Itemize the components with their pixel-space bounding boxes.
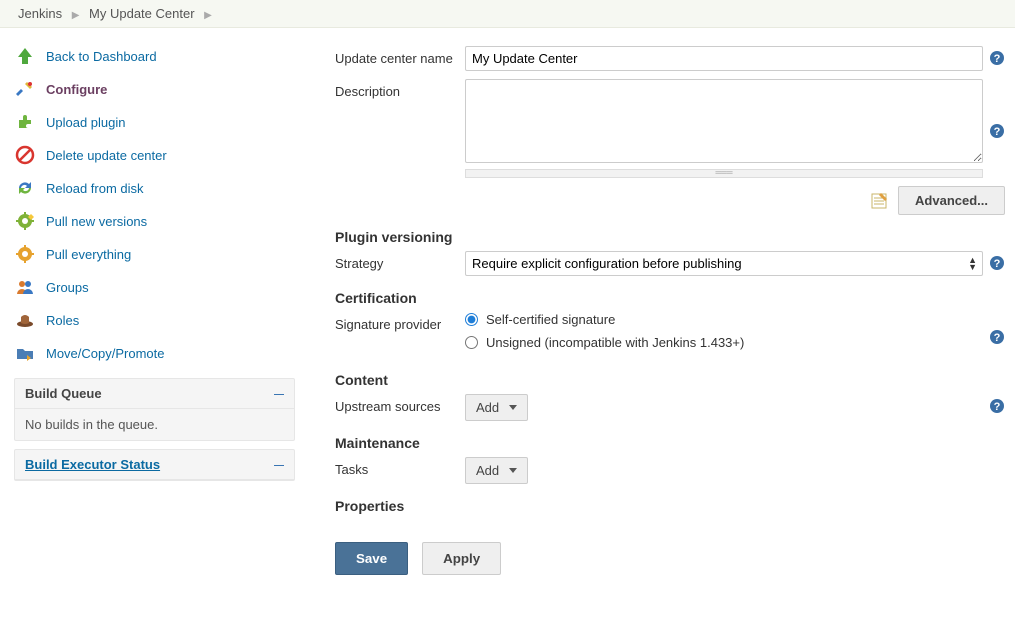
sidebar-item-configure[interactable]: Configure xyxy=(14,73,305,106)
collapse-icon[interactable]: — xyxy=(274,460,284,471)
executor-title: Build Executor Status xyxy=(25,457,160,472)
breadcrumb-separator-icon: ▶ xyxy=(204,10,212,21)
section-maintenance: Maintenance xyxy=(335,435,1005,451)
sidebar-item-label: Back to Dashboard xyxy=(46,49,157,64)
apply-button[interactable]: Apply xyxy=(422,542,501,575)
sidebar-item-delete[interactable]: Delete update center xyxy=(14,139,305,172)
sidebar-item-groups[interactable]: Groups xyxy=(14,271,305,304)
upstream-label: Upstream sources xyxy=(335,394,465,414)
collapse-icon[interactable]: — xyxy=(274,389,284,400)
sidebar-item-label: Pull everything xyxy=(46,247,131,262)
section-certification: Certification xyxy=(335,290,1005,306)
plugin-icon xyxy=(14,111,36,133)
sidebar-item-label: Upload plugin xyxy=(46,115,126,130)
sidebar-item-move[interactable]: Move/Copy/Promote xyxy=(14,337,305,370)
group-icon xyxy=(14,276,36,298)
notepad-icon[interactable] xyxy=(868,190,890,212)
radio-self-certified[interactable]: Self-certified signature xyxy=(465,312,983,327)
sidebar-item-roles[interactable]: Roles xyxy=(14,304,305,337)
help-icon[interactable]: ? xyxy=(989,398,1005,414)
breadcrumb-separator-icon: ▶ xyxy=(72,10,80,21)
caret-down-icon xyxy=(509,405,517,410)
svg-text:?: ? xyxy=(994,258,1001,270)
gear-new-icon xyxy=(14,210,36,232)
sidebar-item-pull-all[interactable]: Pull everything xyxy=(14,238,305,271)
breadcrumb-current[interactable]: My Update Center xyxy=(89,6,195,21)
sidebar-item-upload[interactable]: Upload plugin xyxy=(14,106,305,139)
add-label: Add xyxy=(476,463,499,478)
sidebar-item-pull-new[interactable]: Pull new versions xyxy=(14,205,305,238)
help-icon[interactable]: ? xyxy=(989,50,1005,66)
refresh-icon xyxy=(14,177,36,199)
executor-pane: Build Executor Status — xyxy=(14,449,295,481)
sidebar-item-back[interactable]: Back to Dashboard xyxy=(14,40,305,73)
sidebar-item-label: Roles xyxy=(46,313,79,328)
description-label: Description xyxy=(335,79,465,99)
sidebar-item-label: Pull new versions xyxy=(46,214,147,229)
radio-unsigned-input[interactable] xyxy=(465,336,478,349)
add-label: Add xyxy=(476,400,499,415)
build-queue-pane: Build Queue — No builds in the queue. xyxy=(14,378,295,441)
sidebar-item-label: Groups xyxy=(46,280,89,295)
svg-text:?: ? xyxy=(994,126,1001,138)
build-queue-title: Build Queue xyxy=(25,386,102,401)
radio-unsigned-label: Unsigned (incompatible with Jenkins 1.43… xyxy=(486,335,744,350)
section-content: Content xyxy=(335,372,1005,388)
svg-text:?: ? xyxy=(994,53,1001,65)
build-queue-header[interactable]: Build Queue — xyxy=(15,379,294,409)
strategy-label: Strategy xyxy=(335,251,465,271)
sidebar-item-label: Move/Copy/Promote xyxy=(46,346,165,361)
name-input[interactable] xyxy=(465,46,983,71)
tasks-label: Tasks xyxy=(335,457,465,477)
radio-unsigned[interactable]: Unsigned (incompatible with Jenkins 1.43… xyxy=(465,335,983,350)
gear-download-icon xyxy=(14,243,36,265)
executor-header[interactable]: Build Executor Status — xyxy=(15,450,294,480)
add-task-button[interactable]: Add xyxy=(465,457,528,484)
add-upstream-button[interactable]: Add xyxy=(465,394,528,421)
sidebar-item-label: Reload from disk xyxy=(46,181,144,196)
section-plugin-versioning: Plugin versioning xyxy=(335,229,1005,245)
save-button[interactable]: Save xyxy=(335,542,408,575)
build-queue-body: No builds in the queue. xyxy=(15,409,294,440)
strategy-select[interactable]: Require explicit configuration before pu… xyxy=(465,251,983,276)
description-input[interactable] xyxy=(465,79,983,163)
hat-icon xyxy=(14,309,36,331)
radio-self-input[interactable] xyxy=(465,313,478,326)
help-icon[interactable]: ? xyxy=(989,255,1005,271)
sidebar-item-label: Delete update center xyxy=(46,148,167,163)
resize-handle[interactable]: ═══ xyxy=(465,169,983,178)
svg-text:?: ? xyxy=(994,332,1001,344)
sidebar-item-label: Configure xyxy=(46,82,107,97)
help-icon[interactable]: ? xyxy=(989,329,1005,345)
radio-self-label: Self-certified signature xyxy=(486,312,615,327)
caret-down-icon xyxy=(509,468,517,473)
sidebar-item-reload[interactable]: Reload from disk xyxy=(14,172,305,205)
tools-icon xyxy=(14,78,36,100)
signature-label: Signature provider xyxy=(335,312,465,332)
folder-move-icon xyxy=(14,342,36,364)
prohibited-icon xyxy=(14,144,36,166)
help-icon[interactable]: ? xyxy=(989,123,1005,139)
sidebar: Back to Dashboard Configure Upload plugi… xyxy=(0,28,305,605)
breadcrumb: Jenkins ▶ My Update Center ▶ xyxy=(0,0,1015,28)
section-properties: Properties xyxy=(335,498,1005,514)
main-form: Update center name ? Description ═══ ? xyxy=(305,28,1015,605)
up-arrow-icon xyxy=(14,45,36,67)
svg-text:?: ? xyxy=(994,401,1001,413)
advanced-button[interactable]: Advanced... xyxy=(898,186,1005,215)
name-label: Update center name xyxy=(335,46,465,66)
breadcrumb-root[interactable]: Jenkins xyxy=(18,6,62,21)
